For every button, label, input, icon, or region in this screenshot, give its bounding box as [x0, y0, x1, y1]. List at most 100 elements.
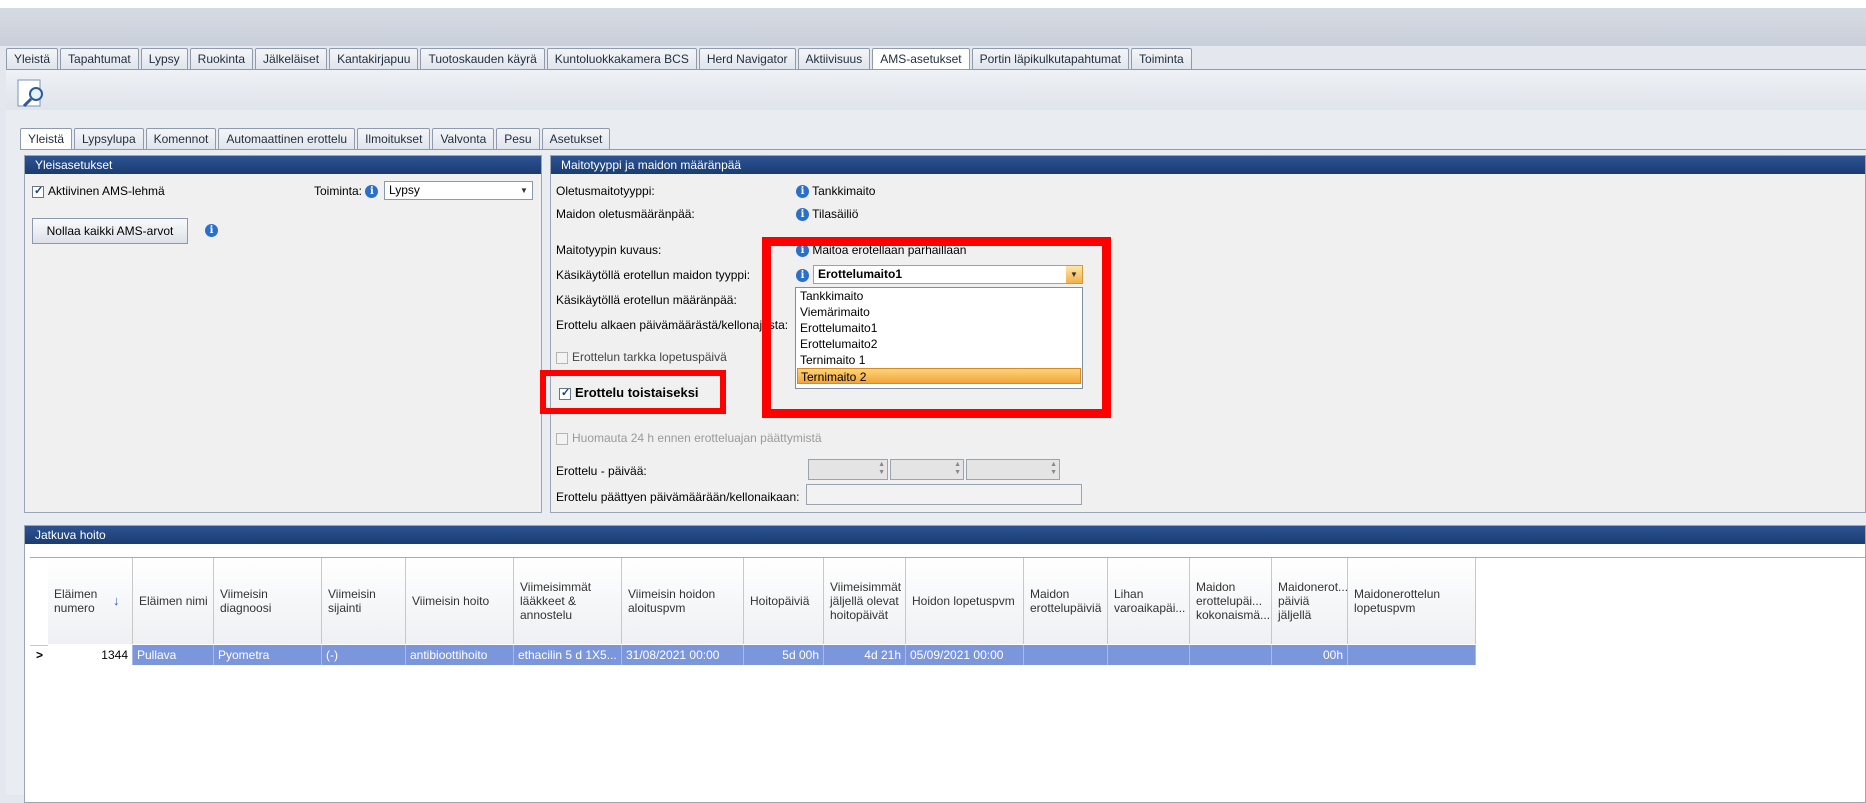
- sub-tab[interactable]: Yleistä: [20, 128, 73, 150]
- milk-type-title: Maitotyyppi ja maidon määränpää: [551, 156, 1865, 174]
- column-header[interactable]: Lihan varoaikapäi...: [1108, 558, 1190, 644]
- table-cell[interactable]: antibioottihoito: [406, 645, 514, 665]
- table-cell[interactable]: 05/09/2021 00:00: [906, 645, 1024, 665]
- table-cell[interactable]: [1108, 645, 1190, 665]
- info-icon: i: [205, 224, 218, 238]
- table-cell[interactable]: (-): [322, 645, 406, 665]
- milk-type-panel: Maitotyyppi ja maidon määränpää: [550, 155, 1866, 513]
- days-label: Erottelu - päivää:: [556, 464, 647, 478]
- column-header[interactable]: Viimeisin hoito: [406, 558, 514, 644]
- highlight-box-dropdown: [762, 237, 1111, 418]
- column-header-label: Hoitopäiviä: [750, 594, 810, 608]
- column-header-label: Viimeisin hoito: [412, 594, 490, 608]
- main-tab[interactable]: Tapahtumat: [60, 48, 139, 70]
- table-cell[interactable]: Pyometra: [214, 645, 322, 665]
- table-cell[interactable]: 1344: [48, 645, 133, 665]
- spinner-arrows-icon: ▲ ▼: [878, 461, 885, 476]
- column-header-label: Maidonerot... päiviä jäljellä: [1278, 580, 1349, 622]
- minutes-spinner[interactable]: ▲ ▼: [966, 459, 1060, 480]
- notify-checkbox[interactable]: Huomauta 24 h ennen erotteluajan päättym…: [556, 431, 822, 445]
- column-header-label: Viimeisin hoidon aloituspvm: [628, 587, 716, 615]
- days-spinner[interactable]: ▲ ▼: [808, 459, 888, 480]
- arrow-down-icon: ↓: [113, 593, 120, 608]
- column-header-label: Maidonerottelun lopetuspvm: [1354, 587, 1441, 615]
- reset-info: i: [205, 223, 218, 238]
- table-cell[interactable]: [1348, 645, 1476, 665]
- checkbox-box: [556, 432, 568, 445]
- column-header[interactable]: Eläimen numero ↓: [48, 558, 133, 644]
- main-tab[interactable]: Jälkeläiset: [255, 48, 328, 70]
- sub-tabs: Yleistä Lypsylupa Komennot Automaattinen er…: [20, 128, 612, 150]
- main-tab[interactable]: Yleistä: [6, 48, 59, 70]
- column-header-label: Eläimen nimi: [139, 594, 208, 608]
- table-cell[interactable]: Pullava: [133, 645, 214, 665]
- column-header[interactable]: Viimeisin hoidon aloituspvm: [622, 558, 744, 644]
- exact-end-checkbox[interactable]: Erottelun tarkka lopetuspäivä: [556, 350, 727, 364]
- column-header[interactable]: Viimeisin sijainti: [322, 558, 406, 644]
- end-label: Erottelu päättyen päivämäärään/kellonaik…: [556, 490, 800, 504]
- column-header[interactable]: Maidonerot... päiviä jäljellä: [1272, 558, 1348, 644]
- column-header[interactable]: Maidonerottelun lopetuspvm: [1348, 558, 1476, 644]
- main-tab[interactable]: Kuntoluokkakamera BCS: [546, 48, 697, 70]
- checkbox-box: [32, 184, 44, 198]
- spinner-arrows-icon: ▲ ▼: [1050, 461, 1057, 476]
- highlight-box-checkbox: [540, 370, 726, 414]
- column-header[interactable]: Eläimen nimi: [133, 558, 214, 644]
- table-cell[interactable]: ethacilin 5 d 1X5...: [514, 645, 622, 665]
- main-tab[interactable]: Toiminta: [1131, 48, 1192, 70]
- title-bar: [0, 8, 1866, 46]
- row-marker-icon: >: [36, 648, 44, 662]
- reset-ams-button[interactable]: Nollaa kaikki AMS-arvot: [32, 218, 188, 244]
- main-tab[interactable]: Ruokinta: [189, 48, 254, 70]
- main-tab[interactable]: Aktiivisuus: [797, 48, 871, 70]
- table-cell[interactable]: 5d 00h: [744, 645, 824, 665]
- main-tab[interactable]: Lypsy: [140, 48, 188, 70]
- sub-tab[interactable]: Asetukset: [541, 128, 611, 150]
- sub-tab[interactable]: Ilmoitukset: [357, 128, 431, 150]
- search-button[interactable]: [16, 78, 48, 110]
- hours-spinner[interactable]: ▲ ▼: [890, 459, 964, 480]
- main-tab[interactable]: Portin läpikulkutapahtumat: [971, 48, 1130, 70]
- column-header[interactable]: Hoidon lopetuspvm: [906, 558, 1024, 644]
- active-ams-checkbox[interactable]: Aktiivinen AMS-lehmä: [32, 184, 165, 198]
- main-tab[interactable]: Kantakirjapuu: [329, 48, 419, 70]
- sub-tab[interactable]: Pesu: [496, 128, 540, 150]
- info-icon: i: [796, 208, 809, 222]
- subtab-divider: [20, 149, 1866, 150]
- manual-dest-label: Käsikäytöllä erotellun määränpää:: [556, 293, 737, 307]
- column-header[interactable]: Maidon erottelupäiviä: [1024, 558, 1108, 644]
- table-cell[interactable]: [1024, 645, 1108, 665]
- sub-tab[interactable]: Komennot: [145, 128, 217, 150]
- column-header[interactable]: Maidon erottelupäi... kokonaismä...: [1190, 558, 1272, 644]
- default-type-label: Oletusmaitotyyppi:: [556, 184, 655, 198]
- column-header-label: Hoidon lopetuspvm: [912, 594, 1015, 608]
- desc-label: Maitotyypin kuvaus:: [556, 243, 662, 257]
- table-cell[interactable]: 00h: [1272, 645, 1348, 665]
- info-icon: i: [365, 185, 379, 199]
- column-header[interactable]: Viimeisin diagnoosi: [214, 558, 322, 644]
- column-header[interactable]: Viimeisimmät jäljellä olevat hoitopäivät: [824, 558, 906, 644]
- column-header[interactable]: Hoitopäiviä: [744, 558, 824, 644]
- table-cell[interactable]: 31/08/2021 00:00: [622, 645, 744, 665]
- sub-tab[interactable]: Valvonta: [432, 128, 495, 150]
- column-header[interactable]: Viimeisimmät lääkkeet & annostelu: [514, 558, 622, 644]
- sub-tab[interactable]: Automaattinen erottelu: [218, 128, 356, 150]
- main-tab[interactable]: Tuotoskauden käyrä: [420, 48, 545, 70]
- sub-tab[interactable]: Lypsylupa: [74, 128, 144, 150]
- main-tab[interactable]: Herd Navigator: [698, 48, 796, 70]
- column-header-label: Viimeisimmät lääkkeet & annostelu: [520, 580, 592, 622]
- main-tab[interactable]: AMS-asetukset: [872, 48, 970, 70]
- column-header-label: Maidon erottelupäi... kokonaismä...: [1196, 580, 1271, 622]
- chevron-down-icon: ▼: [520, 186, 528, 195]
- table-cell[interactable]: 4d 21h: [824, 645, 906, 665]
- action-select-value: Lypsy: [389, 183, 420, 197]
- default-dest-label: Maidon oletusmääränpää:: [556, 207, 695, 221]
- magnifier-icon: [17, 79, 43, 108]
- end-date-field[interactable]: [806, 484, 1082, 505]
- table-cell[interactable]: [1190, 645, 1272, 665]
- action-select[interactable]: Lypsy ▼: [384, 181, 533, 200]
- checkbox-box: [556, 351, 568, 364]
- active-ams-label: Aktiivinen AMS-lehmä: [48, 184, 165, 198]
- action-label: Toiminta: i: [314, 184, 379, 199]
- manual-type-label: Käsikäytöllä erotellun maidon tyyppi:: [556, 268, 751, 282]
